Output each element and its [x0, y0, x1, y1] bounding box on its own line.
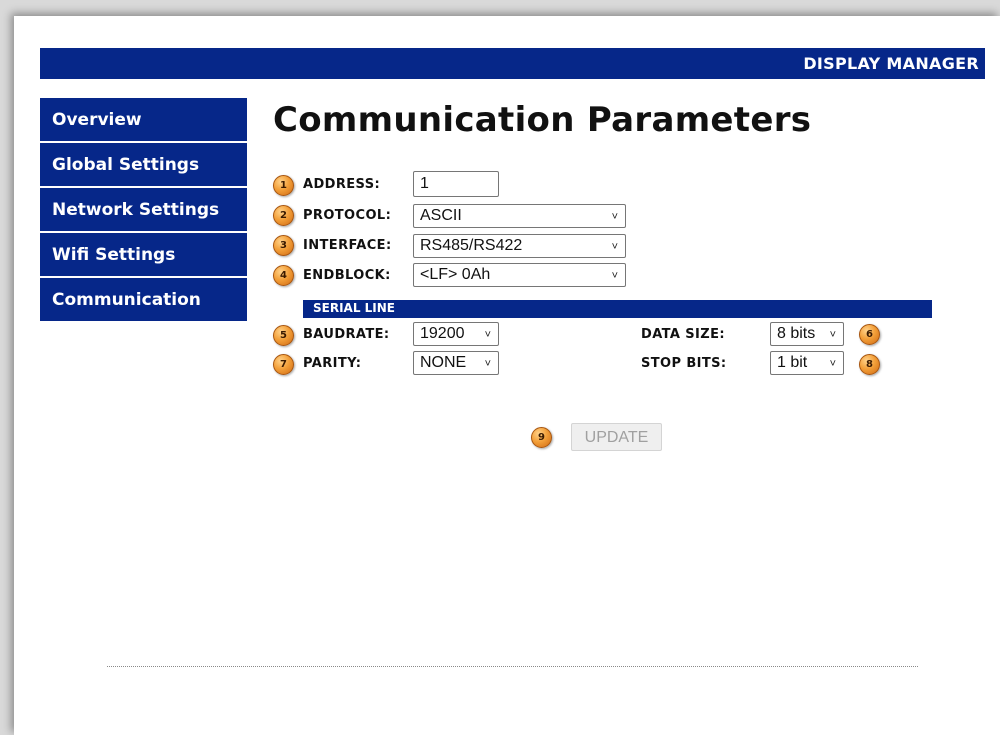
chevron-down-icon: ˅	[829, 329, 836, 341]
endblock-select[interactable]: <LF> 0Ah ˅	[413, 263, 626, 287]
chevron-down-icon: ˅	[484, 358, 491, 370]
baudrate-select[interactable]: 19200 ˅	[413, 322, 499, 346]
baudrate-value: 19200	[420, 325, 465, 342]
update-button[interactable]: UPDATE	[571, 423, 662, 451]
parity-label: PARITY:	[303, 356, 362, 371]
serial-line-header: SERIAL LINE	[303, 300, 932, 318]
nav-item-communication[interactable]: Communication	[40, 278, 247, 321]
data-size-select[interactable]: 8 bits ˅	[770, 322, 844, 346]
baudrate-label: BAUDRATE:	[303, 327, 390, 342]
protocol-label: PROTOCOL:	[303, 208, 392, 223]
nav-item-wifi-settings[interactable]: Wifi Settings	[40, 233, 247, 276]
callout-badge-2: 2	[273, 205, 294, 226]
nav-item-global-settings[interactable]: Global Settings	[40, 143, 247, 186]
callout-badge-9: 9	[531, 427, 552, 448]
chevron-down-icon: ˅	[611, 241, 618, 253]
callout-badge-3: 3	[273, 235, 294, 256]
nav-item-network-settings[interactable]: Network Settings	[40, 188, 247, 231]
serial-line-title: SERIAL LINE	[313, 301, 396, 315]
interface-select[interactable]: RS485/RS422 ˅	[413, 234, 626, 258]
interface-label: INTERFACE:	[303, 238, 392, 253]
footer-divider	[107, 666, 918, 667]
stop-bits-label: STOP BITS:	[641, 356, 727, 371]
protocol-value: ASCII	[420, 207, 462, 224]
parity-value: NONE	[420, 354, 467, 371]
data-size-label: DATA SIZE:	[641, 327, 725, 342]
callout-badge-8: 8	[859, 354, 880, 375]
interface-value: RS485/RS422	[420, 237, 523, 254]
nav-item-overview[interactable]: Overview	[40, 98, 247, 141]
endblock-value: <LF> 0Ah	[420, 266, 491, 283]
address-label: ADDRESS:	[303, 177, 381, 192]
app-title: DISPLAY MANAGER	[803, 54, 979, 73]
chevron-down-icon: ˅	[611, 270, 618, 282]
chevron-down-icon: ˅	[611, 211, 618, 223]
stop-bits-value: 1 bit	[777, 354, 808, 371]
header-bar: DISPLAY MANAGER	[40, 48, 985, 79]
protocol-select[interactable]: ASCII ˅	[413, 204, 626, 228]
stop-bits-select[interactable]: 1 bit ˅	[770, 351, 844, 375]
data-size-value: 8 bits	[777, 325, 816, 342]
page-title: Communication Parameters	[273, 100, 812, 140]
endblock-label: ENDBLOCK:	[303, 268, 391, 283]
address-input[interactable]: 1	[413, 171, 499, 197]
callout-badge-5: 5	[273, 325, 294, 346]
chevron-down-icon: ˅	[484, 329, 491, 341]
parity-select[interactable]: NONE ˅	[413, 351, 499, 375]
sidebar-nav: Overview Global Settings Network Setting…	[40, 98, 247, 323]
callout-badge-1: 1	[273, 175, 294, 196]
callout-badge-4: 4	[273, 265, 294, 286]
callout-badge-7: 7	[273, 354, 294, 375]
chevron-down-icon: ˅	[829, 358, 836, 370]
callout-badge-6: 6	[859, 324, 880, 345]
